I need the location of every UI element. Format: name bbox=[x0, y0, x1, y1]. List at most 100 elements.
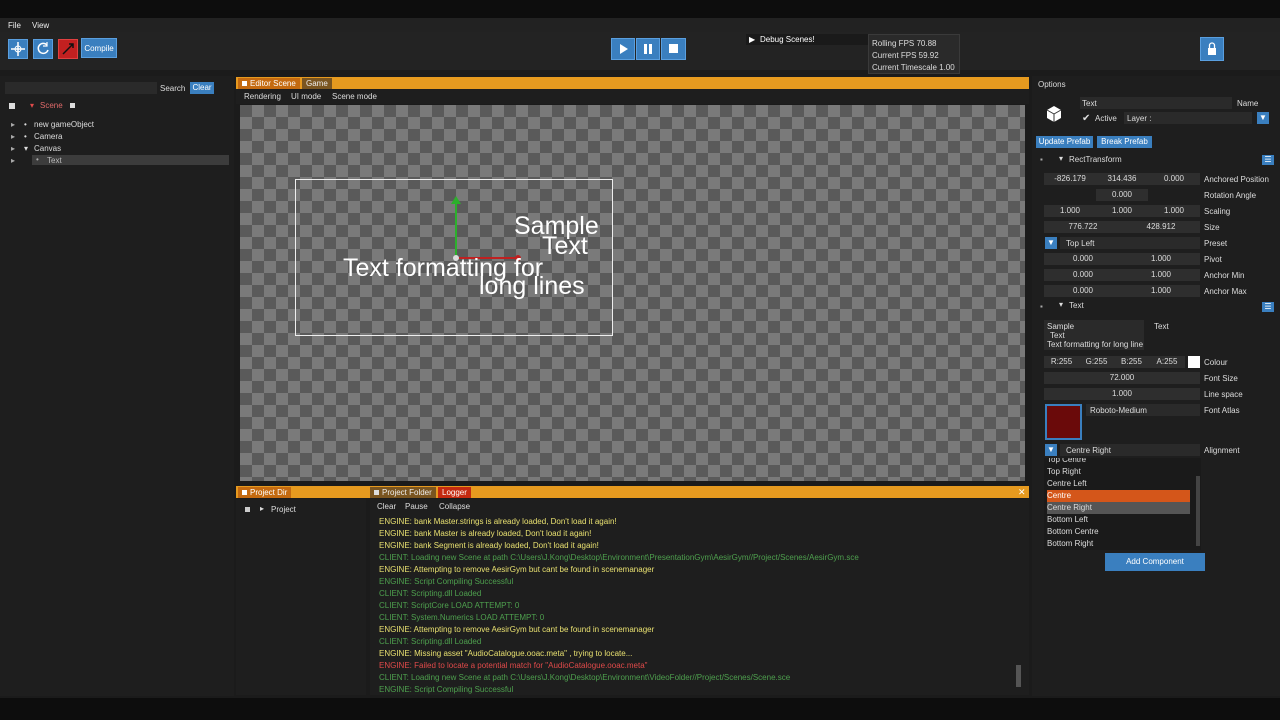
text-content-input[interactable]: Sample Text Text formatting for long lin… bbox=[1044, 320, 1144, 350]
alignment-dropdown[interactable]: Centre Right bbox=[1060, 444, 1200, 456]
checkmark-icon[interactable]: ✔ bbox=[1082, 113, 1090, 124]
collapse-icon[interactable] bbox=[9, 103, 15, 109]
add-component-button[interactable]: Add Component bbox=[1105, 553, 1205, 571]
colour-r[interactable]: R:255 bbox=[1044, 356, 1079, 368]
lock-button[interactable] bbox=[1200, 37, 1224, 61]
colour-g[interactable]: G:255 bbox=[1079, 356, 1114, 368]
anchored-pos-x[interactable]: -826.179 bbox=[1044, 173, 1096, 185]
menu-view[interactable]: View bbox=[32, 21, 49, 30]
tab-editor-scene[interactable]: Editor Scene bbox=[238, 78, 300, 89]
expand-icon[interactable]: ▸ bbox=[11, 144, 15, 153]
font-atlas-thumbnail[interactable] bbox=[1045, 404, 1082, 440]
scene-viewport[interactable]: Sample Text Text formatting for long lin… bbox=[240, 105, 1025, 481]
tab-logger[interactable]: Logger bbox=[438, 487, 471, 498]
scale-tool-button[interactable] bbox=[58, 39, 78, 59]
alignment-option[interactable]: Centre bbox=[1047, 490, 1190, 502]
font-size-field[interactable]: 72.000 bbox=[1044, 372, 1200, 384]
alignment-option[interactable]: Bottom Left bbox=[1047, 514, 1190, 526]
component-menu-icon[interactable]: ☰ bbox=[1262, 302, 1274, 312]
anchor-min-x[interactable]: 0.000 bbox=[1044, 269, 1122, 281]
hierarchy-search-input[interactable] bbox=[5, 82, 157, 94]
alignment-option[interactable]: Top Right bbox=[1047, 466, 1190, 478]
triangle-down-icon[interactable]: ▾ bbox=[1059, 300, 1063, 309]
anchor-max-y[interactable]: 1.000 bbox=[1122, 285, 1200, 297]
move-tool-button[interactable] bbox=[8, 39, 28, 59]
stop-button[interactable] bbox=[661, 38, 686, 60]
debug-scenes-toggle[interactable]: ▶ Debug Scenes! bbox=[746, 34, 868, 45]
scaling-z[interactable]: 1.000 bbox=[1148, 205, 1200, 217]
project-item[interactable]: Project bbox=[271, 505, 296, 514]
colour-swatch[interactable] bbox=[1188, 356, 1200, 368]
alignment-option[interactable]: Bottom Centre bbox=[1047, 526, 1190, 538]
anchored-pos-y[interactable]: 314.436 bbox=[1096, 173, 1148, 185]
preset-dropdown-button[interactable]: ▼ bbox=[1045, 237, 1057, 249]
move-icon bbox=[11, 42, 25, 56]
scale-icon bbox=[62, 43, 74, 55]
canvas-rect[interactable]: Sample Text Text formatting for long lin… bbox=[295, 179, 613, 336]
hierarchy-item-camera[interactable]: Camera bbox=[34, 132, 62, 141]
line-space-field[interactable]: 1.000 bbox=[1044, 388, 1200, 400]
compile-button[interactable]: Compile bbox=[81, 38, 117, 58]
clear-search-button[interactable]: Clear bbox=[190, 82, 214, 94]
logger-pause-button[interactable]: Pause bbox=[405, 502, 428, 511]
logger-clear-button[interactable]: Clear bbox=[377, 502, 396, 511]
expand-icon[interactable]: ▸ bbox=[11, 120, 15, 129]
layer-label: Layer : bbox=[1127, 114, 1152, 123]
close-icon[interactable]: ✕ bbox=[1018, 487, 1026, 498]
hierarchy-item-canvas[interactable]: Canvas bbox=[34, 144, 61, 153]
triangle-down-icon[interactable]: ▾ bbox=[1059, 154, 1063, 163]
break-prefab-button[interactable]: Break Prefab bbox=[1097, 136, 1152, 148]
text-component-header[interactable]: Text bbox=[1069, 301, 1084, 310]
tab-project-dir[interactable]: Project Dir bbox=[238, 487, 292, 498]
alignment-option[interactable]: Centre Right bbox=[1047, 502, 1190, 514]
size-h[interactable]: 428.912 bbox=[1122, 221, 1200, 233]
anchored-pos-z[interactable]: 0.000 bbox=[1148, 173, 1200, 185]
colour-a[interactable]: A:255 bbox=[1149, 356, 1185, 368]
font-atlas-label: Font Atlas bbox=[1204, 406, 1240, 415]
alignment-dropdown-button[interactable]: ▼ bbox=[1045, 444, 1057, 456]
alignment-option[interactable]: Bottom Right bbox=[1047, 538, 1190, 550]
recttransform-header[interactable]: RectTransform bbox=[1069, 155, 1122, 164]
menu-file[interactable]: File bbox=[8, 21, 21, 30]
play-button[interactable] bbox=[611, 38, 635, 60]
rotation-field[interactable]: 0.000 bbox=[1096, 189, 1148, 201]
alignment-list-scrollbar[interactable] bbox=[1196, 476, 1200, 546]
hierarchy-item-new-gameobject[interactable]: new gameObject bbox=[34, 120, 94, 129]
layer-dropdown[interactable]: Layer : bbox=[1124, 112, 1252, 124]
name-input[interactable]: Text bbox=[1080, 97, 1232, 109]
component-menu-icon[interactable]: ☰ bbox=[1262, 155, 1274, 165]
rotate-tool-button[interactable] bbox=[33, 39, 53, 59]
alignment-option[interactable]: Centre Left bbox=[1047, 478, 1190, 490]
stats-panel: Rolling FPS 70.88 Current FPS 59.92 Curr… bbox=[868, 34, 960, 74]
scene-mode-menu[interactable]: Scene mode bbox=[332, 92, 377, 101]
expand-icon[interactable]: ▸ bbox=[11, 132, 15, 141]
alignment-option[interactable]: Top Centre bbox=[1047, 458, 1190, 466]
anchor-min-y[interactable]: 1.000 bbox=[1122, 269, 1200, 281]
scene-root[interactable]: Scene bbox=[40, 101, 63, 110]
layer-dropdown-button[interactable]: ▼ bbox=[1257, 112, 1269, 124]
preset-dropdown[interactable]: Top Left bbox=[1060, 237, 1200, 249]
log-line: CLIENT: Scripting.dll Loaded bbox=[379, 589, 482, 598]
rendering-menu[interactable]: Rendering bbox=[244, 92, 281, 101]
scaling-y[interactable]: 1.000 bbox=[1096, 205, 1148, 217]
log-line: ENGINE: Script Compiling Successful bbox=[379, 577, 514, 586]
triangle-down-icon: ▼ bbox=[1259, 113, 1267, 122]
logger-scrollbar[interactable] bbox=[1016, 665, 1021, 687]
tab-game[interactable]: Game bbox=[302, 78, 332, 89]
logger-collapse-button[interactable]: Collapse bbox=[439, 502, 470, 511]
tab-project-folder[interactable]: Project Folder bbox=[370, 487, 436, 498]
bottom-strip bbox=[0, 698, 1280, 720]
pivot-x[interactable]: 0.000 bbox=[1044, 253, 1122, 265]
colour-b[interactable]: B:255 bbox=[1114, 356, 1149, 368]
font-atlas-field[interactable]: Roboto-Medium bbox=[1086, 404, 1200, 416]
scaling-x[interactable]: 1.000 bbox=[1044, 205, 1096, 217]
update-prefab-button[interactable]: Update Prefab bbox=[1036, 136, 1093, 148]
hierarchy-item-text[interactable]: • Text bbox=[32, 155, 229, 165]
pivot-y[interactable]: 1.000 bbox=[1122, 253, 1200, 265]
anchor-max-x[interactable]: 0.000 bbox=[1044, 285, 1122, 297]
component-icon: ▪ bbox=[1040, 302, 1043, 311]
size-w[interactable]: 776.722 bbox=[1044, 221, 1122, 233]
expand-icon[interactable]: ▸ bbox=[11, 156, 15, 165]
pause-button[interactable] bbox=[636, 38, 660, 60]
ui-mode-menu[interactable]: UI mode bbox=[291, 92, 321, 101]
